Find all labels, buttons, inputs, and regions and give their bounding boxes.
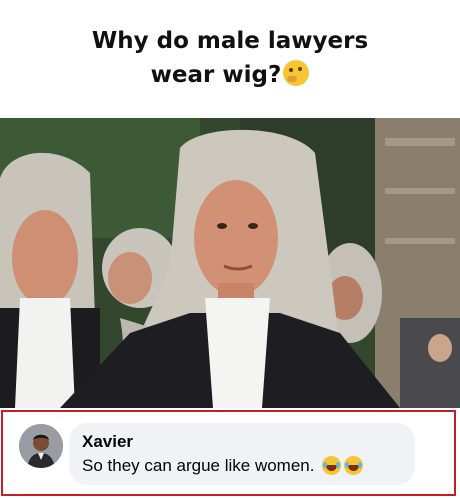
highlighted-comment: Xavier So they can argue like women.: [1, 410, 456, 496]
comment-text: So they can argue like women.: [82, 456, 364, 476]
post-title-line-2-text: wear wig?: [150, 62, 282, 88]
thinking-face-icon: [283, 60, 310, 86]
comment-bubble[interactable]: Xavier So they can argue like women.: [69, 423, 415, 485]
laughing-tears-icon: [322, 456, 342, 475]
comment-body: So they can argue like women.: [82, 456, 315, 475]
avatar[interactable]: [19, 424, 63, 468]
post-title-line-2: wear wig?: [0, 58, 460, 92]
laughing-tears-icon: [344, 456, 364, 475]
post-title-line-1: Why do male lawyers: [91, 28, 369, 54]
avatar-icon: [19, 424, 63, 468]
comment-author[interactable]: Xavier: [82, 432, 133, 452]
post-image[interactable]: sarcasm: [0, 118, 460, 408]
post-title: Why do male lawyers wear wig?: [0, 24, 460, 92]
lawyers-photo: [0, 118, 460, 408]
